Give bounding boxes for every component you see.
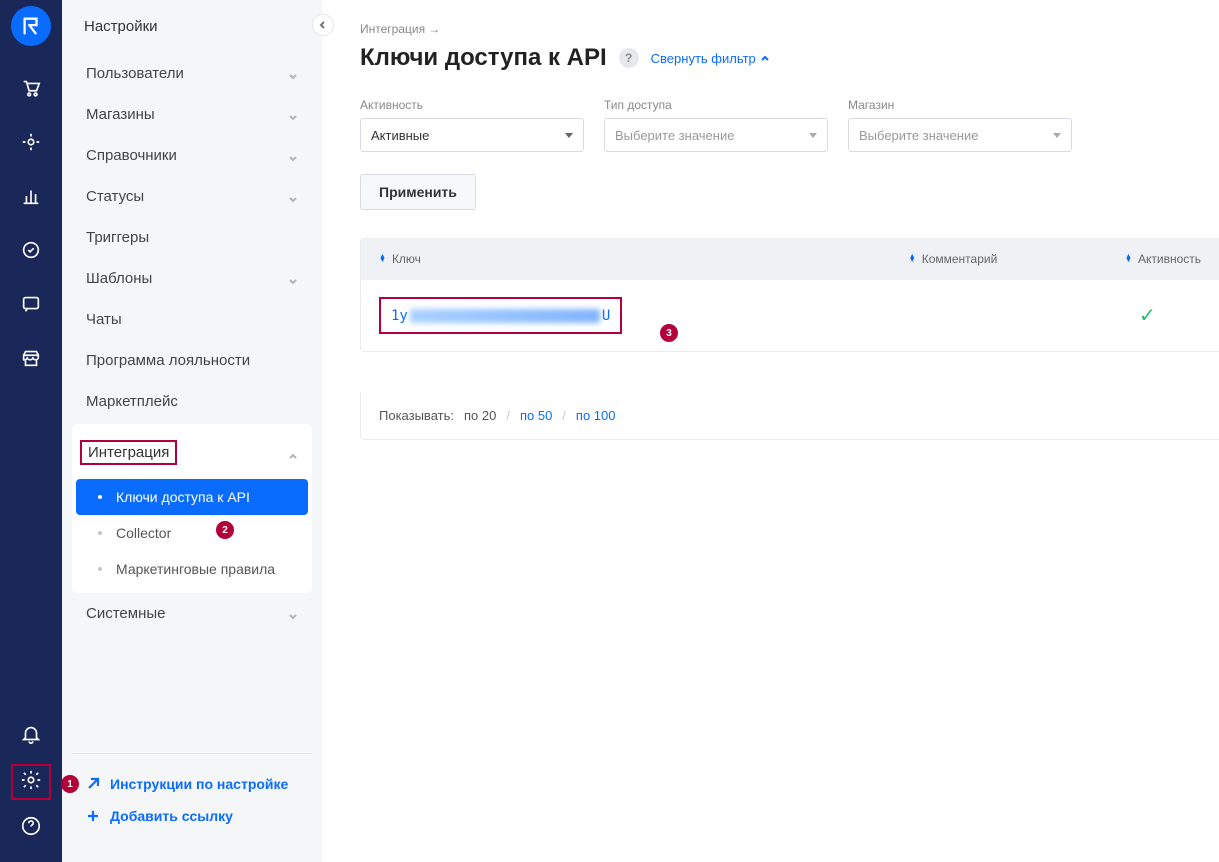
sidebar-item-statuses[interactable]: Статусы	[72, 176, 312, 217]
filter-shop-label: Магазин	[848, 98, 1072, 112]
sidebar-item-dictionaries[interactable]: Справочники	[72, 135, 312, 176]
sidebar-sub-marketing-rules[interactable]: Маркетинговые правила	[76, 551, 308, 587]
sidebar-item-integration[interactable]: Интеграция	[72, 428, 312, 477]
caret-down-icon	[565, 133, 573, 138]
sidebar-item-marketplace[interactable]: Маркетплейс	[72, 381, 312, 422]
page-title: Ключи доступа к API	[360, 44, 607, 72]
marketplace-icon[interactable]	[11, 338, 51, 378]
filter-access-type-label: Тип доступа	[604, 98, 828, 112]
settings-sidebar: Настройки Пользователи Магазины Справочн…	[62, 0, 322, 862]
filter-activity-select[interactable]: Активные	[360, 118, 584, 152]
pagination-label: Показывать:	[379, 408, 454, 423]
annotation-1: 1	[61, 775, 79, 793]
sidebar-sub-api-keys[interactable]: Ключи доступа к API	[76, 479, 308, 515]
table-row[interactable]: 1yU ✓	[361, 279, 1219, 351]
chevron-up-icon	[760, 53, 770, 63]
page-size-100[interactable]: по 100	[576, 408, 616, 423]
sidebar-sub-collector[interactable]: Collector	[76, 515, 308, 551]
sidebar-item-templates[interactable]: Шаблоны	[72, 258, 312, 299]
filter-activity-label: Активность	[360, 98, 584, 112]
page-size-20[interactable]: по 20	[464, 408, 496, 423]
check-icon: ✓	[1139, 305, 1156, 327]
chats-icon[interactable]	[11, 284, 51, 324]
breadcrumb[interactable]: Интеграция →	[360, 22, 1219, 36]
sidebar-link-instructions[interactable]: Инструкции по настройке	[80, 768, 304, 800]
th-key[interactable]: ▲▼Ключ	[361, 252, 891, 266]
settings-icon[interactable]	[11, 760, 51, 800]
sidebar-link-add[interactable]: Добавить ссылку	[80, 800, 304, 832]
target-icon[interactable]	[11, 122, 51, 162]
analytics-icon[interactable]	[11, 176, 51, 216]
sidebar-item-shops[interactable]: Магазины	[72, 94, 312, 135]
sidebar-item-loyalty[interactable]: Программа лояльности	[72, 340, 312, 381]
tasks-icon[interactable]	[11, 230, 51, 270]
sidebar-item-system[interactable]: Системные	[72, 593, 312, 634]
collapse-filter-link[interactable]: Свернуть фильтр	[651, 51, 770, 66]
annotation-2: 2	[216, 521, 234, 539]
sidebar-item-chats[interactable]: Чаты	[72, 299, 312, 340]
annotation-3: 3	[660, 324, 678, 342]
app-logo[interactable]	[11, 6, 51, 46]
apply-button[interactable]: Применить	[360, 174, 476, 210]
caret-down-icon	[809, 133, 817, 138]
pagination-bar: Показывать: по 20 / по 50 / по 100	[360, 392, 1219, 440]
sidebar-item-users[interactable]: Пользователи	[72, 53, 312, 94]
main-content: Интеграция → Ключи доступа к API ? Сверн…	[322, 0, 1219, 862]
th-comment[interactable]: ▲▼Комментарий	[891, 252, 1107, 266]
th-active[interactable]: ▲▼Активность	[1107, 252, 1219, 266]
filter-access-type-select[interactable]: Выберите значение	[604, 118, 828, 152]
bell-icon[interactable]	[11, 714, 51, 754]
cart-icon[interactable]	[11, 68, 51, 108]
sidebar-title: Настройки	[62, 0, 322, 53]
page-size-50[interactable]: по 50	[520, 408, 552, 423]
sidebar-group-integration: Интеграция Ключи доступа к API Collector…	[72, 424, 312, 593]
filter-shop-select[interactable]: Выберите значение	[848, 118, 1072, 152]
help-icon[interactable]	[11, 806, 51, 846]
api-key-value[interactable]: 1yU	[391, 308, 610, 324]
sidebar-item-triggers[interactable]: Триггеры	[72, 217, 312, 258]
sidebar-collapse-handle[interactable]	[312, 14, 334, 36]
icon-rail	[0, 0, 62, 862]
api-keys-table: ▲▼Ключ ▲▼Комментарий ▲▼Активность 1yU ✓	[360, 238, 1219, 352]
help-badge[interactable]: ?	[619, 48, 639, 68]
caret-down-icon	[1053, 133, 1061, 138]
